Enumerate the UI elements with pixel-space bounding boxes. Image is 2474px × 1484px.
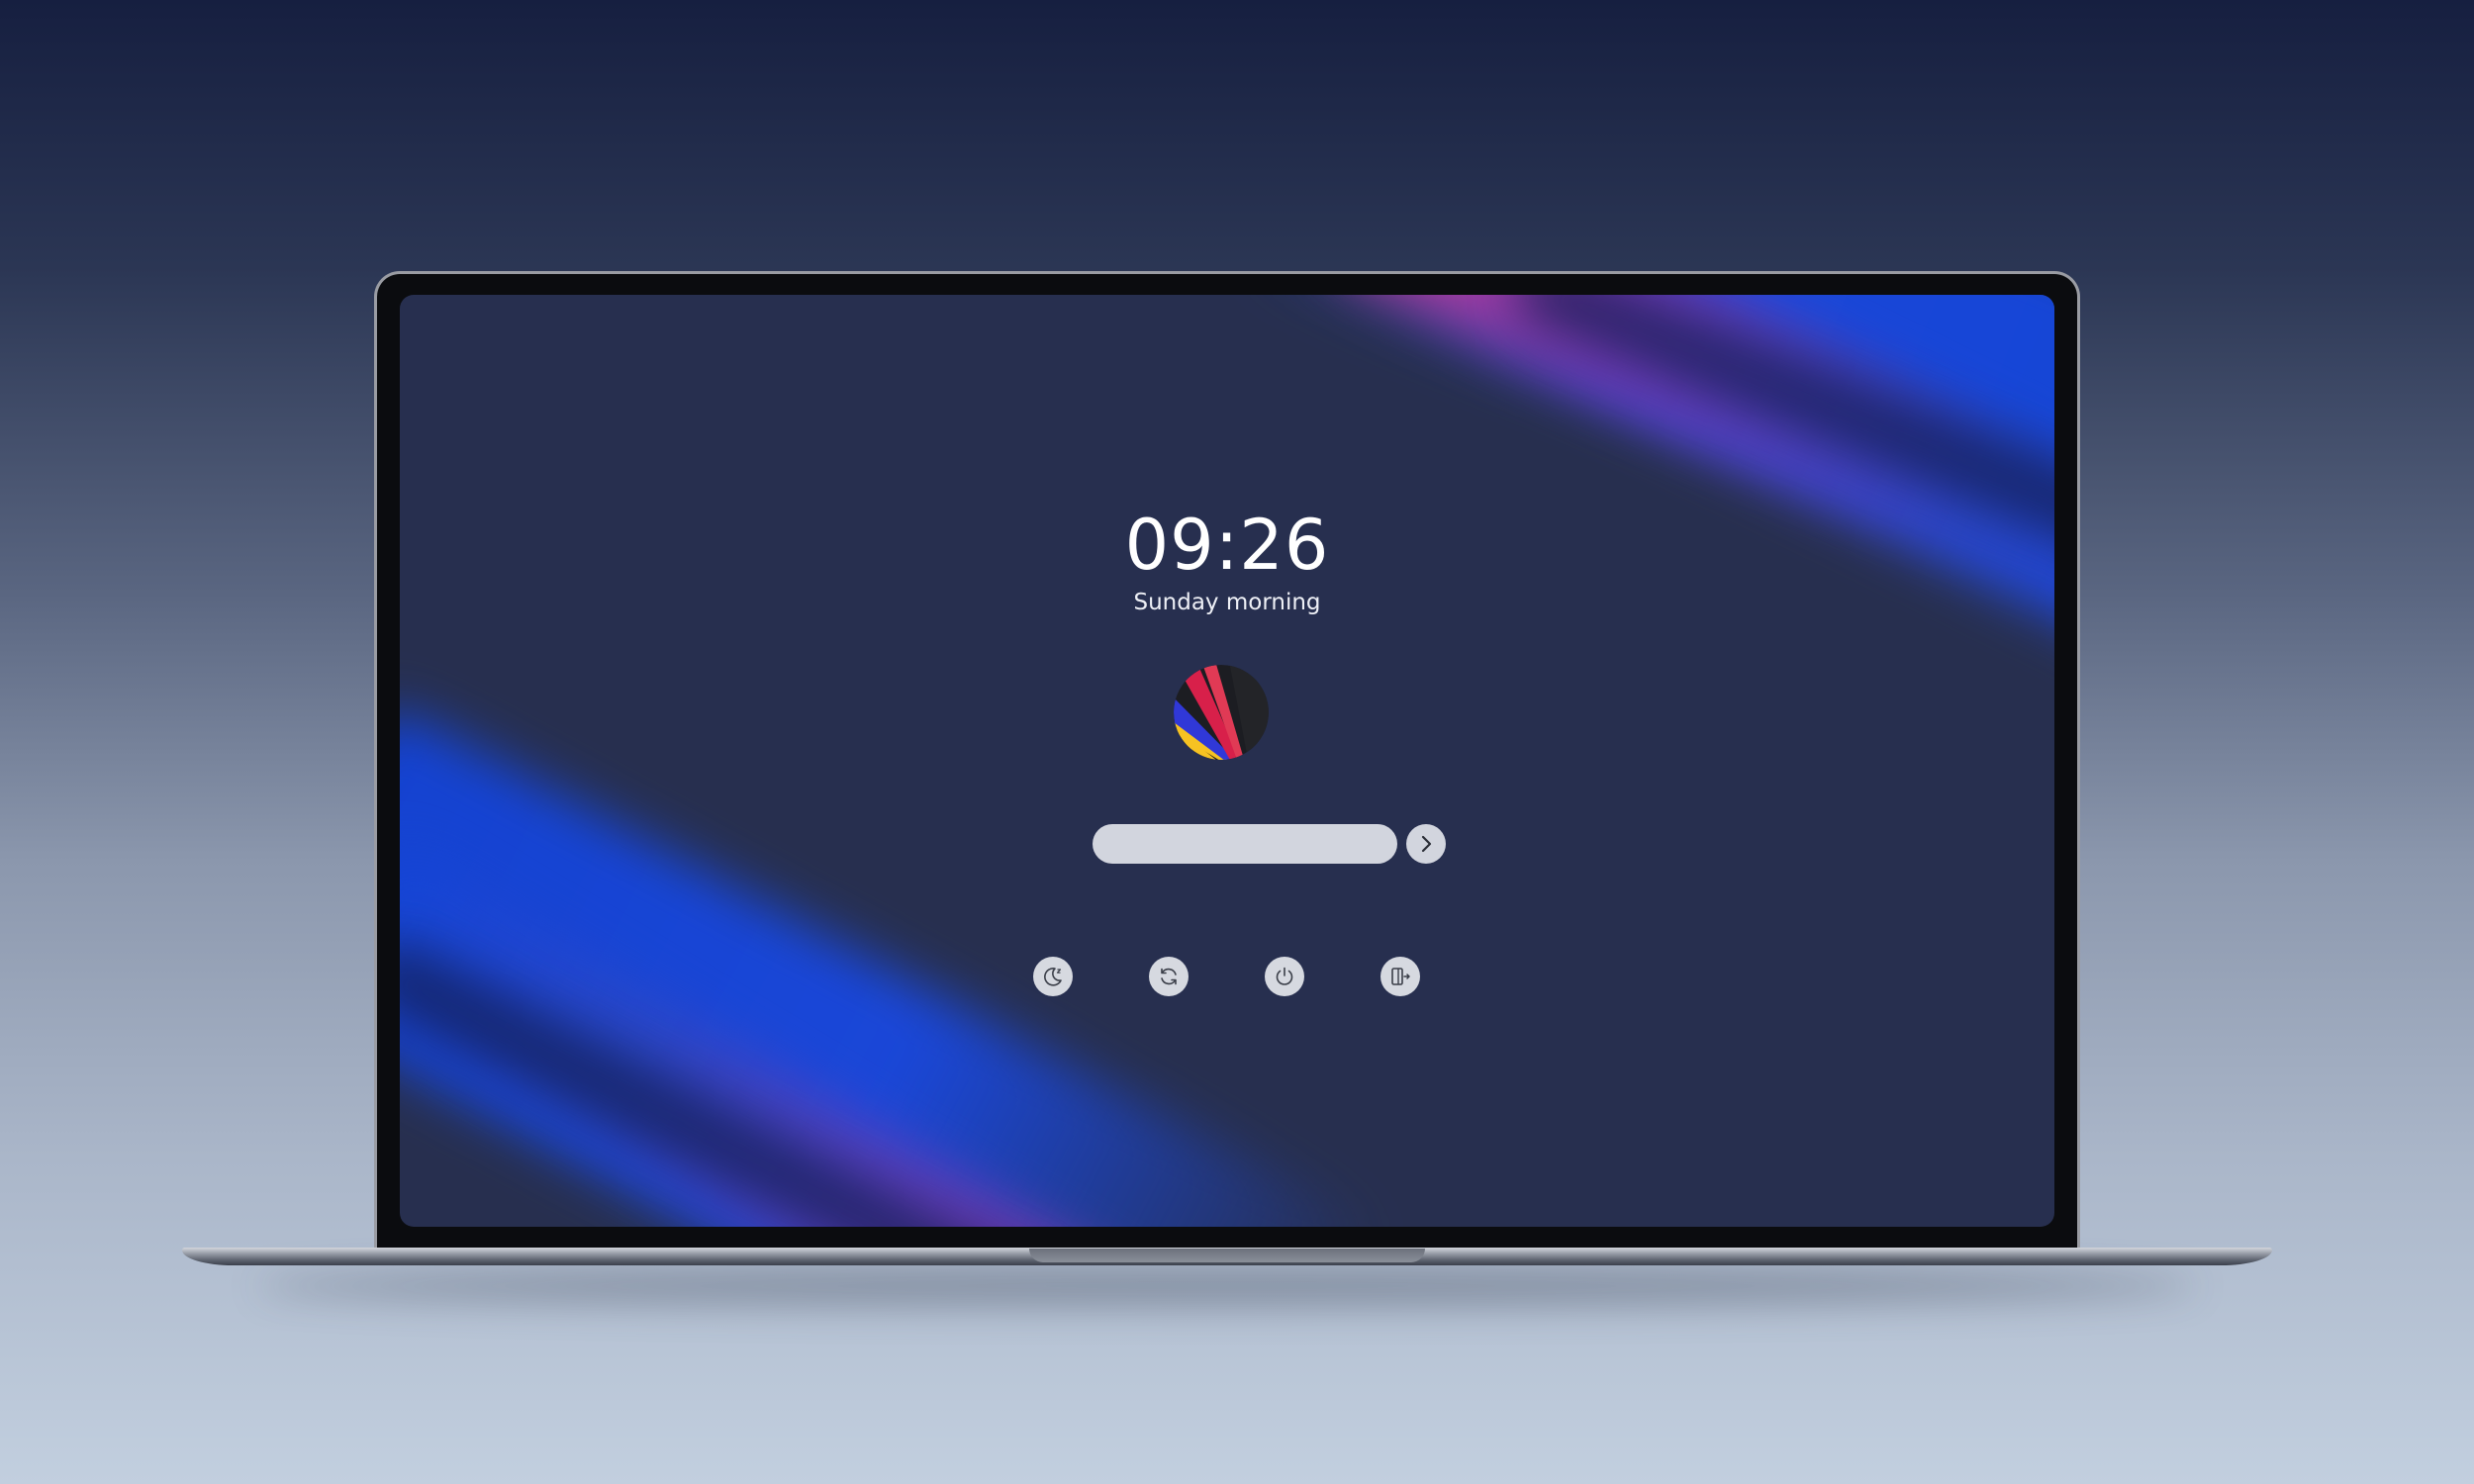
switch-user-button[interactable] xyxy=(1380,957,1420,996)
laptop-hinge-notch xyxy=(1029,1249,1425,1262)
laptop-shadow xyxy=(257,1266,2197,1306)
power-icon xyxy=(1276,967,1293,985)
logout-icon xyxy=(1391,968,1410,985)
clock-time: 09:26 xyxy=(1124,505,1330,586)
lock-screen: 09:26 Sunday morning xyxy=(400,295,2054,1227)
refresh-icon xyxy=(1161,968,1177,985)
password-input[interactable] xyxy=(1093,824,1397,864)
chevron-right-icon xyxy=(1421,835,1432,853)
user-avatar[interactable] xyxy=(1174,665,1269,760)
restart-button[interactable] xyxy=(1149,957,1189,996)
wallpaper xyxy=(400,295,2054,1227)
login-submit-button[interactable] xyxy=(1406,824,1446,864)
laptop-lid: 09:26 Sunday morning xyxy=(374,271,2080,1249)
greeting-text: Sunday morning xyxy=(1133,590,1321,615)
moon-icon xyxy=(1044,968,1062,986)
shutdown-button[interactable] xyxy=(1265,957,1304,996)
sleep-button[interactable] xyxy=(1033,957,1073,996)
